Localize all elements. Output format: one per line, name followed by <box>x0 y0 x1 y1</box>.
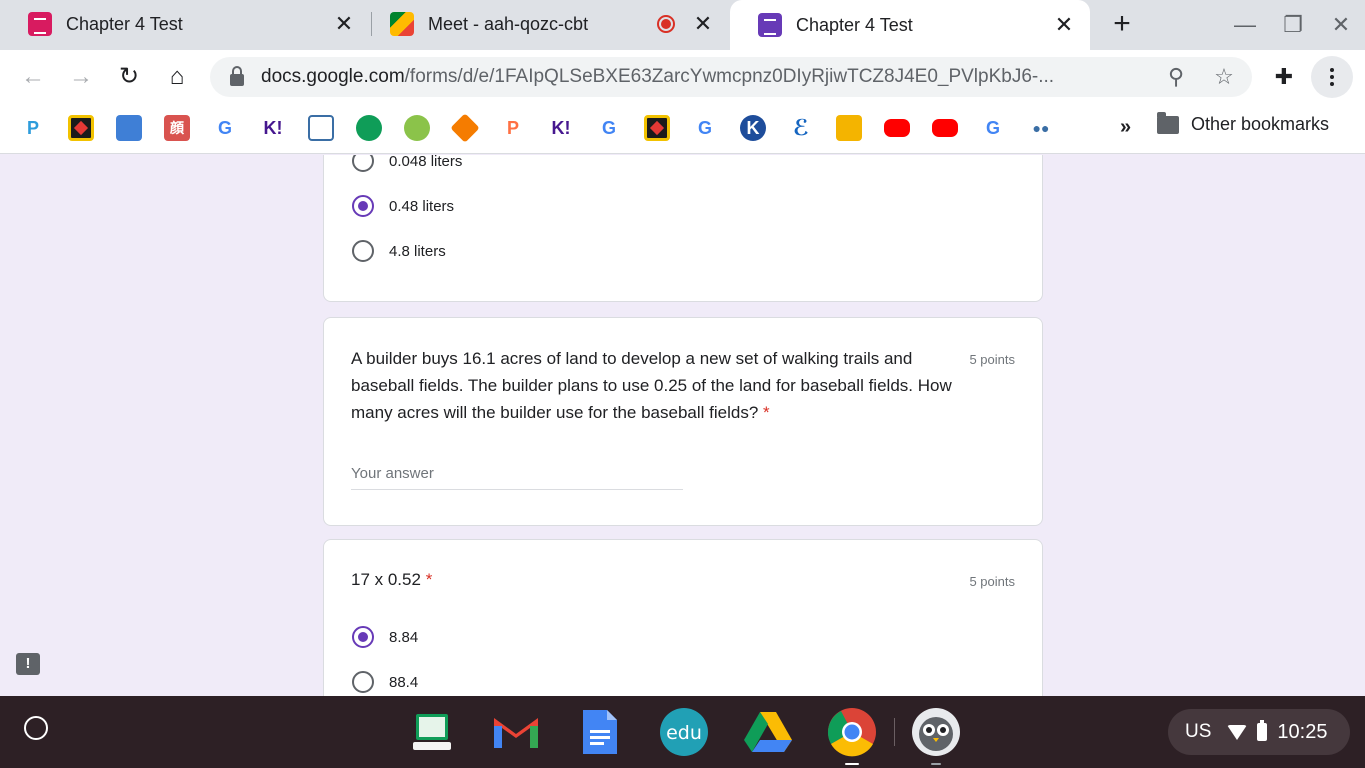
tab-title: Chapter 4 Test <box>796 14 913 35</box>
chrome-app-icon[interactable] <box>827 707 877 765</box>
bookmark-hangouts-icon[interactable] <box>356 115 382 141</box>
back-icon[interactable]: ← <box>17 61 49 93</box>
bookmark-google-icon[interactable]: G <box>212 115 238 141</box>
bookmark-star-icon[interactable]: ☆ <box>1208 61 1240 93</box>
address-bar[interactable]: docs.google.com/forms/d/e/1FAIpQLSeBXE63… <box>210 57 1252 97</box>
home-icon[interactable]: ⌂ <box>161 61 193 93</box>
input-language: US <box>1185 721 1212 742</box>
shelf-separator <box>894 718 895 746</box>
bookmark-grid-icon[interactable] <box>308 115 334 141</box>
tab-chapter-4-test-active[interactable]: Chapter 4 Test ✕ <box>730 0 1090 50</box>
bookmark-slides-icon[interactable] <box>836 115 862 141</box>
tab-meet[interactable]: Meet - aah-qozc-cbt ✕ <box>362 0 729 48</box>
status-tray[interactable]: US 10:25 <box>1168 709 1350 755</box>
question-text: 17 x 0.52 * <box>351 570 433 589</box>
bookmark-eyes-icon[interactable]: ●● <box>1028 115 1054 141</box>
bookmark-brain-icon[interactable] <box>404 115 430 141</box>
question-text: A builder buys 16.1 acres of land to dev… <box>351 349 952 422</box>
extensions-puzzle-icon[interactable]: ✚ <box>1268 61 1300 93</box>
browser-menu-icon[interactable] <box>1311 56 1353 98</box>
tab-title: Meet - aah-qozc-cbt <box>428 13 589 34</box>
google-meet-icon <box>390 12 414 36</box>
radio-option[interactable]: 0.048 liters <box>352 155 462 172</box>
bookmark-google-icon[interactable]: G <box>596 115 622 141</box>
bookmarks-overflow-icon[interactable]: » <box>1120 116 1131 139</box>
bookmark-p-icon[interactable]: P <box>20 115 46 141</box>
new-tab-button[interactable]: + <box>1106 8 1138 40</box>
tab-chapter-4-test-1[interactable]: Chapter 4 Test ✕ <box>0 0 370 48</box>
radio-unchecked-icon[interactable] <box>352 671 374 693</box>
form-page: 0.048 liters 0.48 liters 4.8 liters A bu… <box>0 155 1365 696</box>
radio-unchecked-icon[interactable] <box>352 240 374 262</box>
launcher-icon[interactable] <box>24 716 48 740</box>
bookmarks-bar: P 顔 G K! P K! G G K ℰ G ●● » Other bookm… <box>0 104 1365 154</box>
question-card-multiply: 17 x 0.52 * 5 points 8.84 88.4 <box>323 539 1043 696</box>
bookmark-kahoot-icon[interactable]: K! <box>260 115 286 141</box>
tab-strip: Chapter 4 Test ✕ Meet - aah-qozc-cbt ✕ C… <box>0 0 1365 50</box>
bookmark-google-icon[interactable]: G <box>692 115 718 141</box>
other-bookmarks[interactable]: Other bookmarks <box>1157 111 1329 135</box>
radio-option[interactable]: 8.84 <box>352 626 418 648</box>
tab-close-icon[interactable]: ✕ <box>691 11 715 37</box>
radio-option[interactable]: 0.48 liters <box>352 195 454 217</box>
radio-unchecked-icon[interactable] <box>352 155 374 172</box>
bookmark-epsilon-icon[interactable]: ℰ <box>788 115 814 141</box>
question-card-liters: 0.048 liters 0.48 liters 4.8 liters <box>323 155 1043 302</box>
bookmark-youtube-icon[interactable] <box>932 119 958 137</box>
running-indicator <box>931 763 941 765</box>
bookmark-diamond-icon[interactable] <box>68 115 94 141</box>
points-label: 5 points <box>969 574 1015 589</box>
gmail-app-icon[interactable] <box>491 707 541 757</box>
bookmark-diamond-icon[interactable] <box>644 115 670 141</box>
recording-icon <box>657 15 675 33</box>
radio-checked-icon[interactable] <box>352 626 374 648</box>
bookmark-kanji-icon[interactable]: 顔 <box>164 115 190 141</box>
question-card-land: A builder buys 16.1 acres of land to dev… <box>323 317 1043 526</box>
window-close-icon[interactable]: ✕ <box>1326 10 1356 40</box>
docs-app-icon[interactable] <box>575 707 625 757</box>
classroom-app-icon[interactable] <box>407 707 457 757</box>
running-indicator <box>845 763 859 765</box>
wifi-icon <box>1227 724 1248 740</box>
edu-app-icon[interactable]: edu <box>659 707 709 757</box>
drive-app-icon[interactable] <box>743 707 793 757</box>
feedback-icon[interactable]: ! <box>16 653 40 675</box>
radio-option[interactable]: 88.4 <box>352 671 418 693</box>
zoom-icon[interactable]: ⚲ <box>1160 61 1192 93</box>
required-mark: * <box>763 403 770 422</box>
answer-input[interactable]: Your answer <box>351 465 683 490</box>
reload-icon[interactable]: ↻ <box>113 61 145 93</box>
google-forms-icon <box>28 12 52 36</box>
forward-icon[interactable]: → <box>65 61 97 93</box>
clock: 10:25 <box>1277 720 1328 743</box>
chromeos-shelf: edu US 10:25 <box>0 696 1365 768</box>
required-mark: * <box>425 570 433 589</box>
bookmark-orange-icon[interactable] <box>450 113 480 143</box>
tab-title: Chapter 4 Test <box>66 13 183 34</box>
radio-checked-icon[interactable] <box>352 195 374 217</box>
restore-icon[interactable]: ❐ <box>1278 10 1308 40</box>
battery-icon <box>1257 720 1268 741</box>
google-forms-icon <box>758 13 782 37</box>
minimize-icon[interactable]: — <box>1230 10 1260 40</box>
radio-option[interactable]: 4.8 liters <box>352 240 446 262</box>
owl-app-icon[interactable] <box>911 707 961 765</box>
bookmark-youtube-icon[interactable] <box>884 119 910 137</box>
bookmark-google-icon[interactable]: G <box>980 115 1006 141</box>
bookmark-peardeck-icon[interactable]: P <box>500 115 526 141</box>
bookmark-character-icon[interactable] <box>116 115 142 141</box>
tab-close-icon[interactable]: ✕ <box>1052 12 1076 38</box>
points-label: 5 points <box>969 352 1015 367</box>
svg-text:edu: edu <box>666 722 702 744</box>
bookmark-kahoot-icon[interactable]: K! <box>548 115 574 141</box>
lock-icon[interactable] <box>230 66 244 86</box>
url-text[interactable]: docs.google.com/forms/d/e/1FAIpQLSeBXE63… <box>261 66 1141 88</box>
tab-close-icon[interactable]: ✕ <box>332 11 356 37</box>
folder-icon <box>1157 111 1179 134</box>
browser-toolbar: ← → ↻ ⌂ docs.google.com/forms/d/e/1FAIpQ… <box>0 50 1365 104</box>
bookmark-k-icon[interactable]: K <box>740 115 766 141</box>
